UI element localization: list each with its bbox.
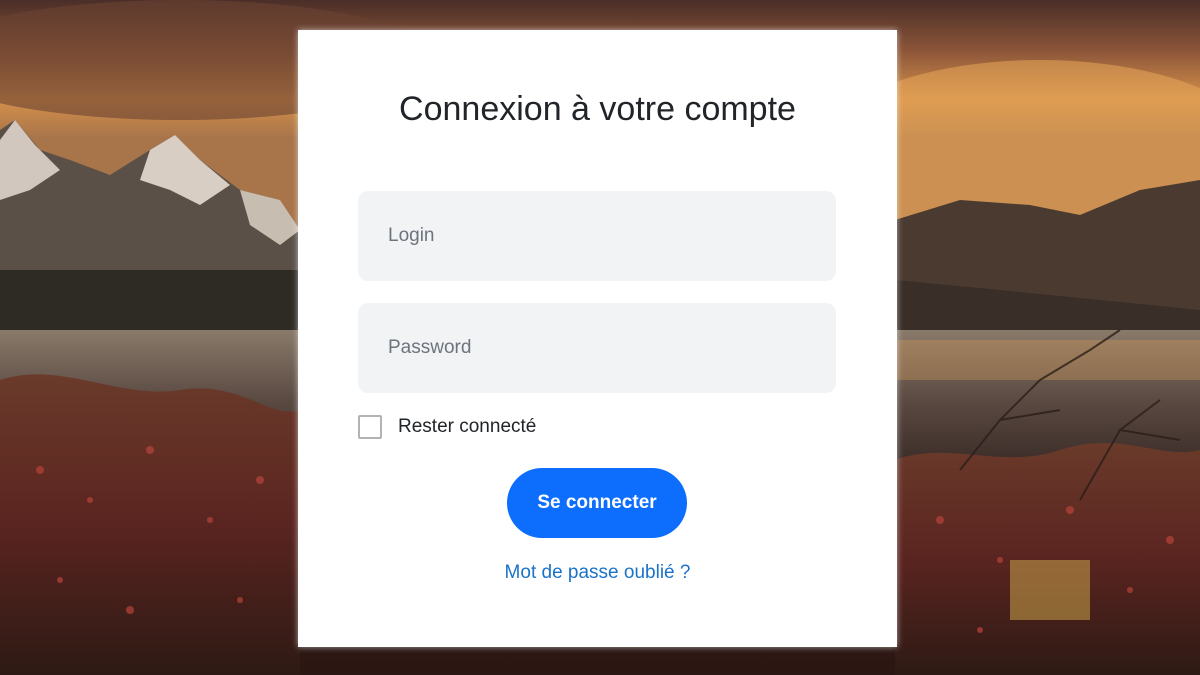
remember-me-label: Rester connecté — [398, 416, 537, 437]
login-page: Connexion à votre compte Rester connecté… — [0, 0, 1200, 675]
login-card: Connexion à votre compte Rester connecté… — [298, 30, 897, 647]
remember-me[interactable]: Rester connecté — [358, 413, 536, 441]
login-button[interactable]: Se connecter — [507, 468, 687, 538]
forgot-password-link[interactable]: Mot de passe oublié ? — [298, 562, 897, 584]
remember-me-checkbox[interactable] — [358, 415, 382, 439]
login-input[interactable] — [358, 191, 836, 281]
password-input[interactable] — [358, 303, 836, 393]
form-title: Connexion à votre compte — [399, 90, 796, 128]
